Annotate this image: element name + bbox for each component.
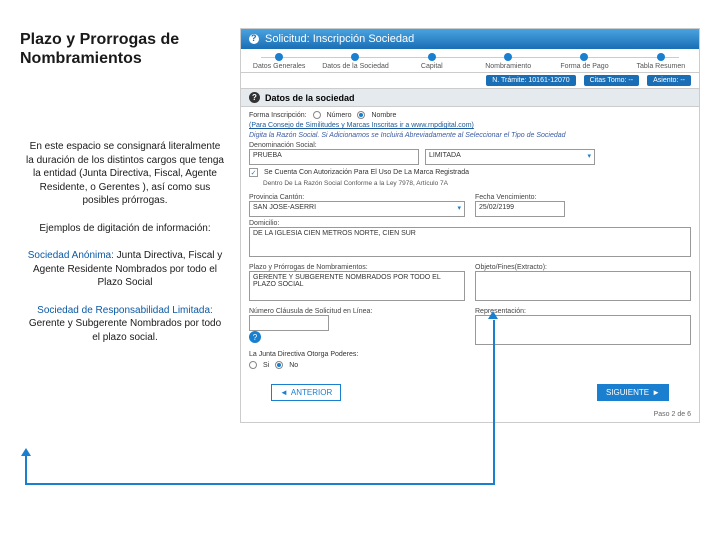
left-p4: Sociedad de Responsabilidad Limitada: Ge… [25, 304, 225, 345]
meta-tramite: N. Trámite: 10161-12070 [486, 75, 575, 86]
left-p4-text: Gerente y Subgerente Nombrados por todo … [29, 318, 221, 343]
plazo-textarea[interactable]: GERENTE Y SUBGERENTE NOMBRADOS POR TODO … [249, 271, 465, 301]
left-p2: Ejemplos de digitación de información: [25, 222, 225, 236]
arrow-point-icon [488, 311, 498, 319]
radio-nombre[interactable] [357, 111, 365, 119]
provincia-label: Provincia Cantón: [249, 194, 465, 201]
denom-input[interactable]: PRUEBA [249, 149, 419, 165]
domicilio-label: Domicilio: [249, 220, 691, 227]
section-title: ? Datos de la sociedad [241, 88, 699, 107]
wizard-title: Solicitud: Inscripción Sociedad [265, 33, 414, 45]
objeto-textarea[interactable] [475, 271, 691, 301]
step-3[interactable]: Capital [394, 53, 470, 70]
left-p3-label: Sociedad Anónima: [28, 250, 114, 261]
left-title: Plazo y Prorrogas de Nombramientos [20, 30, 230, 68]
arrow-up-icon [21, 448, 31, 456]
tip-link[interactable]: (Para Consejo de Similitudes y Marcas In… [249, 122, 474, 129]
wizard-header: Solicitud: Inscripción Sociedad [241, 29, 699, 49]
left-p4-label: Sociedad de Responsabilidad Limitada: [37, 305, 213, 316]
clausula-input[interactable] [249, 315, 329, 331]
step-counter: Paso 2 de 6 [241, 411, 699, 422]
help-icon-clausula[interactable]: ? [249, 331, 261, 343]
fecha-label: Fecha Vencimiento: [475, 194, 691, 201]
meta-citas: Citas Tomo: -- [584, 75, 639, 86]
step-bar: Datos Generales Datos de la Sociedad Cap… [241, 49, 699, 73]
left-p3: Sociedad Anónima: Junta Directiva, Fisca… [25, 249, 225, 290]
denom-label: Denominación Social: [249, 142, 691, 149]
step-5[interactable]: Forma de Pago [546, 53, 622, 70]
domicilio-textarea[interactable]: DE LA IGLESIA CIEN METROS NORTE, CIEN SU… [249, 227, 691, 257]
arrow-line [25, 483, 495, 485]
step-1[interactable]: Datos Generales [241, 53, 317, 70]
marca-sub: Dentro De La Razón Social Conforme a la … [263, 180, 691, 187]
italic-note: Digita la Razón Social. Si Adicionamos s… [249, 132, 691, 139]
step-2[interactable]: Datos de la Sociedad [317, 53, 393, 70]
question-icon: ? [249, 92, 260, 103]
clausula-label: Número Cláusula de Solicitud en Línea: [249, 308, 465, 315]
form-panel: Solicitud: Inscripción Sociedad Datos Ge… [240, 28, 700, 423]
meta-asiento: Asiento: -- [647, 75, 691, 86]
prev-button[interactable]: ◄ ANTERIOR [271, 384, 341, 401]
objeto-label: Objeto/Fines(Extracto): [475, 264, 691, 271]
marca-checkbox[interactable]: ✓ [249, 168, 258, 177]
representacion-label: Representación: [475, 308, 691, 315]
radio-numero[interactable] [313, 111, 321, 119]
radio-no[interactable] [275, 361, 283, 369]
junta-label: La Junta Directiva Otorga Poderes: [249, 351, 358, 358]
provincia-select[interactable]: SAN JOSE-ASERRI [249, 201, 465, 217]
forma-label: Forma Inscripción: [249, 112, 307, 119]
left-explainer: En este espacio se consignará literalmen… [25, 140, 225, 358]
step-6[interactable]: Tabla Resumen [623, 53, 699, 70]
tipo-select[interactable]: LIMITADA [425, 149, 595, 165]
left-p1: En este espacio se consignará literalmen… [25, 140, 225, 208]
step-4[interactable]: Nombramiento [470, 53, 546, 70]
radio-si[interactable] [249, 361, 257, 369]
fecha-input[interactable]: 25/02/2199 [475, 201, 565, 217]
representacion-textarea[interactable] [475, 315, 691, 345]
next-button[interactable]: SIGUIENTE ► [597, 384, 669, 401]
arrow-line [25, 455, 27, 485]
help-icon [249, 34, 259, 44]
marca-label: Se Cuenta Con Autorización Para El Uso D… [264, 169, 469, 176]
plazo-label: Plazo y Prórrogas de Nombramientos: [249, 264, 465, 271]
arrow-line [493, 320, 495, 484]
